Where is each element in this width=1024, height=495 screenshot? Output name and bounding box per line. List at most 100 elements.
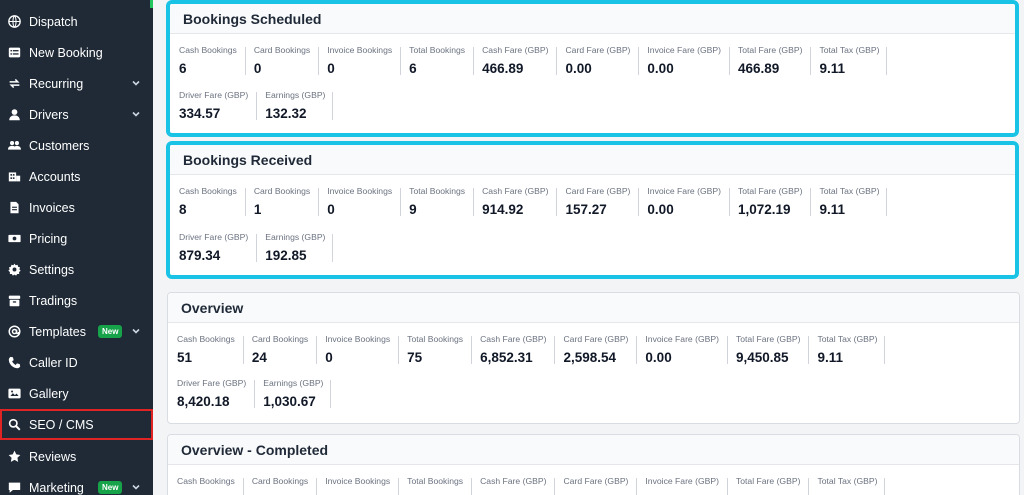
stat-value: 0 (327, 61, 335, 76)
dashboard-content: Bookings Scheduled Cash Bookings 6 Card B… (153, 0, 1024, 495)
stat-total-fare: Total Fare (GBP) 9,450.85 (726, 334, 808, 365)
card-title: Overview - Completed (168, 435, 1019, 465)
stat-value: 9.11 (817, 350, 843, 365)
sidebar-item-label: Gallery (29, 386, 69, 401)
stat-card-fare: Card Fare (GBP) (554, 476, 636, 495)
stat-value: 9,450.85 (735, 350, 789, 365)
sidebar-item-drivers[interactable]: Drivers (0, 99, 153, 130)
stat-cash-bookings: Cash Bookings 51 (168, 334, 243, 365)
stat-invoice-fare: Invoice Fare (GBP) (636, 476, 727, 495)
stat-value: 334.57 (179, 106, 221, 121)
stat-label: Total Tax (GBP) (817, 476, 878, 486)
stat-cash-fare: Cash Fare (GBP) 466.89 (473, 45, 556, 76)
stat-invoice-fare: Invoice Fare (GBP) 0.00 (636, 334, 727, 365)
stat-total-tax: Total Tax (GBP) 9.11 (810, 45, 888, 76)
sidebar-item-gallery[interactable]: Gallery (0, 378, 153, 409)
stat-label: Cash Fare (GBP) (480, 334, 547, 344)
sidebar-item-new-booking[interactable]: New Booking (0, 37, 153, 68)
chevron-down-icon[interactable] (131, 108, 141, 118)
new-badge: New (98, 325, 123, 338)
phone-icon (7, 356, 21, 370)
users-icon (7, 139, 21, 153)
stat-label: Cash Bookings (177, 334, 235, 344)
stat-value: 0 (253, 61, 262, 76)
stat-invoice-bookings: Invoice Bookings 0 (316, 334, 398, 365)
stat-label: Total Fare (GBP) (735, 476, 801, 486)
stat-card-fare: Card Fare (GBP) 0.00 (556, 45, 638, 76)
overview-completed-card: Overview - Completed Cash Bookings Card … (167, 434, 1020, 495)
stat-label: Card Bookings (251, 476, 309, 486)
overview-card: Overview Cash Bookings 51 Card Bookings 24… (167, 292, 1020, 424)
stat-value: 466.89 (737, 61, 780, 76)
new-badge: New (98, 481, 123, 494)
stat-label: Card Fare (GBP) (563, 476, 629, 486)
chevron-down-icon[interactable] (131, 481, 141, 491)
sidebar-item-label: Reviews (29, 449, 77, 464)
stat-label: Total Fare (GBP) (737, 186, 803, 196)
stat-value: 914.92 (482, 202, 524, 217)
stat-total-bookings: Total Bookings 9 (400, 186, 473, 217)
stat-label: Card Bookings (251, 334, 309, 344)
stat-label: Card Bookings (253, 45, 311, 55)
list-icon (7, 46, 21, 60)
stat-label: Cash Fare (GBP) (480, 476, 547, 486)
sidebar-item-seo-cms[interactable]: SEO / CMS (0, 409, 153, 440)
sidebar-item-tradings[interactable]: Tradings (0, 285, 153, 316)
recurring-arrows-icon (7, 77, 21, 91)
stat-invoice-fare: Invoice Fare (GBP) 0.00 (638, 186, 729, 217)
stat-total-fare: Total Fare (GBP) 466.89 (728, 45, 810, 76)
sidebar-item-pricing[interactable]: Pricing (0, 223, 153, 254)
sidebar-item-dispatch[interactable]: Dispatch (0, 6, 153, 37)
stat-label: Earnings (GBP) (265, 232, 326, 242)
stat-value: 0.00 (645, 350, 672, 365)
stat-value: 466.89 (482, 61, 524, 76)
sidebar-item-settings[interactable]: Settings (0, 254, 153, 285)
stat-cash-fare: Cash Fare (GBP) (471, 476, 554, 495)
sidebar-item-templates[interactable]: Templates New (0, 316, 153, 347)
stat-invoice-bookings: Invoice Bookings 0 (318, 186, 400, 217)
sidebar-item-label: Pricing (29, 231, 68, 246)
stat-earnings: Earnings (GBP) 132.32 (256, 90, 334, 121)
stat-value: 9.11 (819, 61, 845, 76)
sidebar-item-caller-id[interactable]: Caller ID (0, 347, 153, 378)
stat-value: 75 (407, 350, 423, 365)
sidebar-item-accounts[interactable]: Accounts (0, 161, 153, 192)
stat-cash-bookings: Cash Bookings 6 (170, 45, 245, 76)
money-icon (7, 232, 21, 246)
chevron-down-icon[interactable] (131, 325, 141, 335)
stat-label: Total Tax (GBP) (817, 334, 878, 344)
stat-total-tax: Total Tax (GBP) (808, 476, 886, 495)
at-icon (7, 325, 21, 339)
sidebar-item-marketing[interactable]: Marketing New (0, 472, 153, 495)
sidebar-item-invoices[interactable]: Invoices (0, 192, 153, 223)
stat-label: Total Bookings (407, 334, 464, 344)
stat-label: Earnings (GBP) (265, 90, 326, 100)
card-title: Bookings Scheduled (170, 4, 1015, 34)
sidebar-item-label: Marketing (29, 480, 84, 495)
stat-cash-bookings: Cash Bookings 8 (170, 186, 245, 217)
stat-label: Card Fare (GBP) (565, 186, 631, 196)
stat-label: Driver Fare (GBP) (179, 90, 249, 100)
stat-value: 2,598.54 (563, 350, 617, 365)
stat-label: Total Bookings (407, 476, 464, 486)
sidebar-item-label: New Booking (29, 45, 103, 60)
stat-value: 1,072.19 (737, 202, 791, 217)
stat-label: Invoice Fare (GBP) (645, 476, 719, 486)
stat-row-primary: Cash Bookings Card Bookings Invoice Book… (168, 476, 886, 495)
globe-icon (7, 15, 21, 29)
stat-label: Total Bookings (409, 45, 466, 55)
stat-row-secondary: Driver Fare (GBP) 879.34 Earnings (GBP) 19… (170, 232, 334, 263)
stat-value: 8,420.18 (177, 394, 230, 409)
sidebar-item-reviews[interactable]: Reviews (0, 441, 153, 472)
sidebar-item-customers[interactable]: Customers (0, 130, 153, 161)
stat-row-secondary: Driver Fare (GBP) 334.57 Earnings (GBP) 13… (170, 90, 334, 121)
stat-total-bookings: Total Bookings (398, 476, 471, 495)
stat-total-bookings: Total Bookings 6 (400, 45, 473, 76)
sidebar-item-label: Tradings (29, 293, 78, 308)
search-icon (7, 418, 21, 432)
chevron-down-icon[interactable] (131, 77, 141, 87)
stat-earnings: Earnings (GBP) 1,030.67 (254, 378, 332, 409)
stat-label: Invoice Bookings (325, 334, 391, 344)
sidebar-item-recurring[interactable]: Recurring (0, 68, 153, 99)
stat-value: 1,030.67 (263, 394, 316, 409)
